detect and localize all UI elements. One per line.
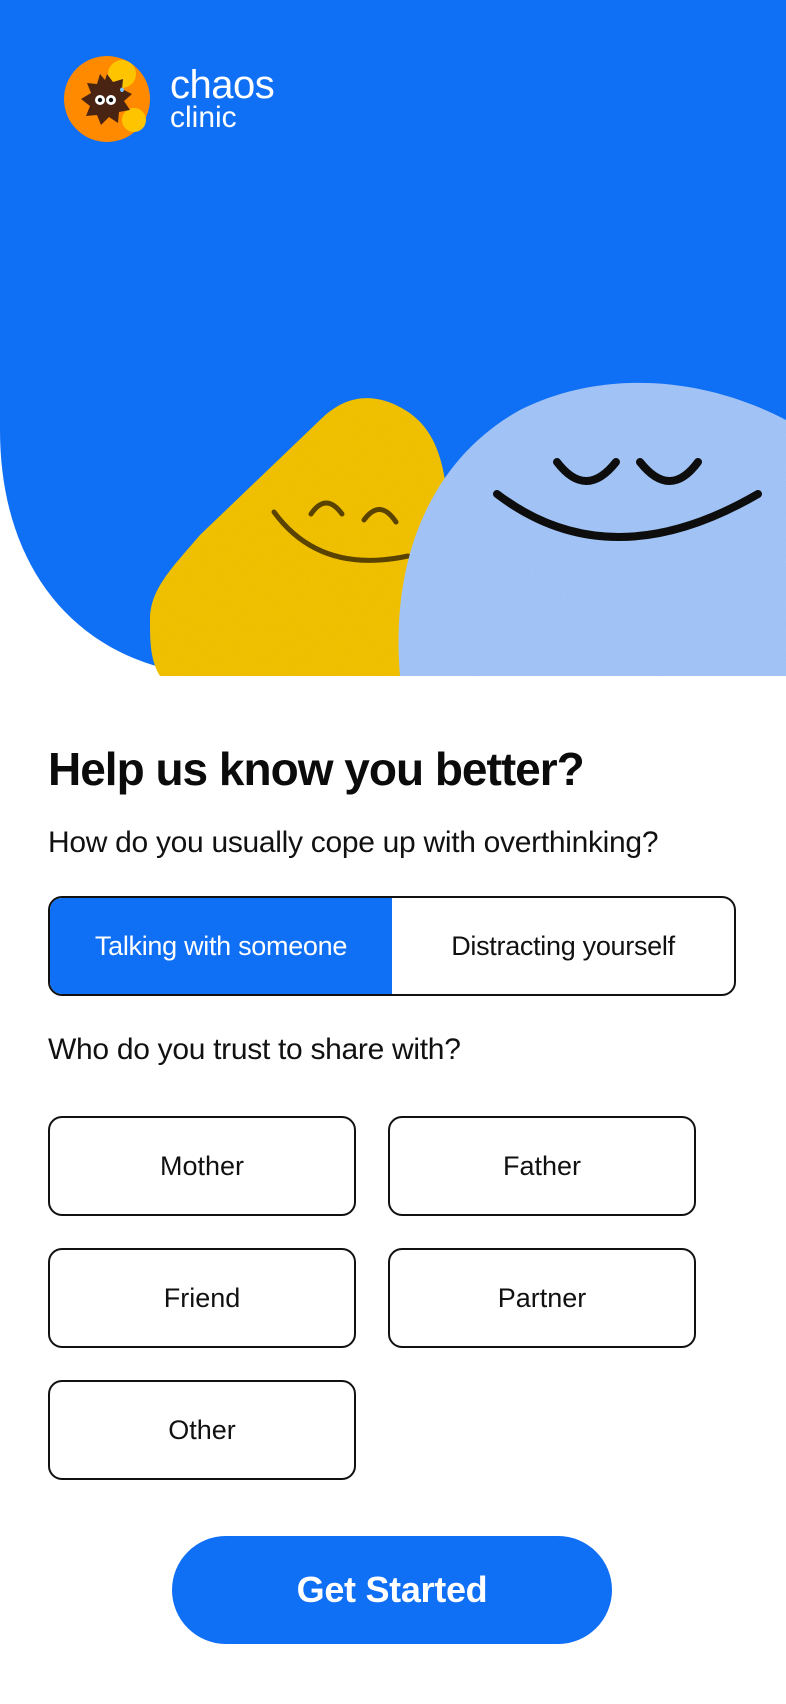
question-coping-label: How do you usually cope up with overthin… bbox=[48, 826, 659, 859]
trust-option-other[interactable]: Other bbox=[48, 1380, 356, 1480]
hero-illustration: chaos clinic bbox=[0, 0, 786, 676]
coping-segmented-control: Talking with someone Distracting yoursel… bbox=[48, 896, 736, 996]
brand-logo[interactable]: chaos clinic bbox=[64, 56, 275, 142]
question-trust-label: Who do you trust to share with? bbox=[48, 1033, 461, 1066]
brand-name-line1: chaos bbox=[170, 63, 275, 107]
coping-option-distracting[interactable]: Distracting yourself bbox=[392, 898, 734, 994]
coping-option-talking[interactable]: Talking with someone bbox=[50, 898, 392, 994]
chaos-clinic-logo-icon bbox=[64, 56, 150, 142]
trust-option-partner[interactable]: Partner bbox=[388, 1248, 696, 1348]
get-started-button[interactable]: Get Started bbox=[172, 1536, 612, 1644]
page-title: Help us know you better? bbox=[48, 743, 585, 795]
trust-option-friend[interactable]: Friend bbox=[48, 1248, 356, 1348]
trust-option-mother[interactable]: Mother bbox=[48, 1116, 356, 1216]
brand-name: chaos clinic bbox=[170, 63, 275, 134]
trust-option-father[interactable]: Father bbox=[388, 1116, 696, 1216]
brand-name-line2: clinic bbox=[170, 101, 237, 134]
